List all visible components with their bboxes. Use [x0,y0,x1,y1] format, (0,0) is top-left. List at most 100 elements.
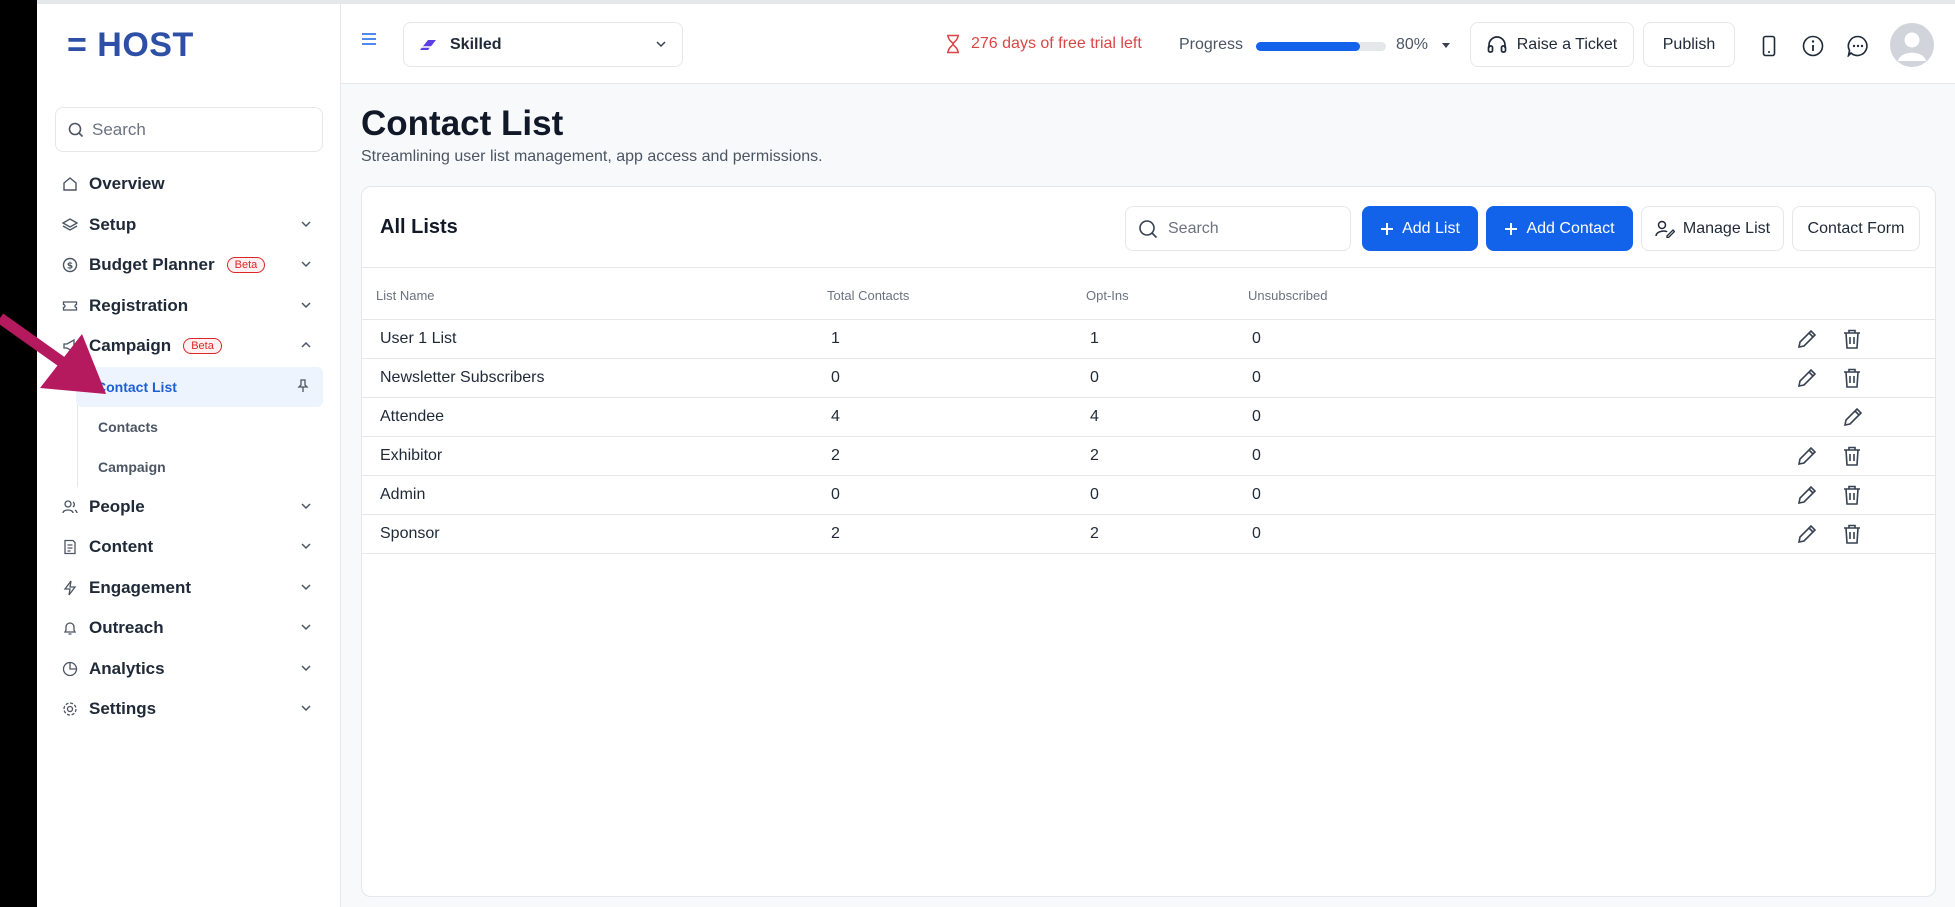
add-contact-button[interactable]: Add Contact [1486,206,1633,251]
sidebar-search[interactable] [55,107,323,152]
trash-icon [1844,446,1860,466]
cell-opt-ins: 0 [1090,486,1099,503]
edit-icon [1797,524,1817,544]
edit-button[interactable] [1842,406,1864,433]
sidebar-item-budget-planner[interactable]: $ Budget Planner Beta [55,245,323,286]
sidebar-item-settings[interactable]: Settings [55,689,323,730]
sidebar: = HOST Overview Setup $ Budget Planner B… [37,0,341,907]
column-header-total-contacts[interactable]: Total Contacts [827,288,909,303]
cell-list-name: Sponsor [380,525,440,542]
edit-button[interactable] [1796,484,1818,511]
workspace-selector[interactable]: Skilled [403,22,683,67]
cell-opt-ins: 1 [1090,330,1099,347]
main-content: Contact List Streamlining user list mana… [341,84,1955,907]
menu-icon[interactable] [361,32,377,46]
pin-icon[interactable] [297,378,309,393]
chevron-down-icon [301,705,311,712]
contact-form-button[interactable]: Contact Form [1792,206,1920,251]
plus-icon [1505,222,1518,235]
sidebar-subitem-contacts[interactable]: Contacts [78,407,323,447]
column-header-unsubscribed[interactable]: Unsubscribed [1248,288,1328,303]
bell-icon [61,619,79,637]
sidebar-item-label: Content [89,537,154,557]
black-margin [0,0,37,907]
table-row[interactable]: Attendee 4 4 0 [362,398,1935,437]
sidebar-item-setup[interactable]: Setup [55,205,323,246]
sidebar-item-label: Analytics [89,658,165,678]
cell-opt-ins: 0 [1090,369,1099,386]
sidebar-item-label: Settings [89,699,157,719]
add-list-button[interactable]: Add List [1362,206,1478,251]
edit-button[interactable] [1796,523,1818,550]
chat-icon[interactable] [1847,35,1869,57]
chevron-down-icon [301,583,311,590]
cell-unsubscribed: 0 [1252,486,1261,503]
chevron-down-icon [656,41,666,48]
sidebar-item-engagement[interactable]: Engagement [55,568,323,609]
page-subtitle: Streamlining user list management, app a… [361,148,823,165]
raise-ticket-button[interactable]: Raise a Ticket [1470,22,1634,67]
progress-bar [1256,42,1386,51]
mobile-preview-icon[interactable] [1762,35,1776,57]
edit-button[interactable] [1796,367,1818,394]
chevron-down-icon [301,220,311,227]
table-row[interactable]: Exhibitor 2 2 0 [362,437,1935,476]
sidebar-item-people[interactable]: People [55,487,323,528]
hourglass-icon [947,34,959,54]
sidebar-item-content[interactable]: Content [55,527,323,568]
list-search[interactable] [1125,206,1351,251]
delete-button[interactable] [1842,445,1862,472]
chevron-down-icon [301,301,311,308]
svg-text:$: $ [67,262,73,272]
trash-icon [1844,524,1860,544]
headset-icon [1487,35,1507,53]
list-search-input[interactable] [1168,219,1338,238]
progress-label: Progress [1179,36,1244,53]
sidebar-item-label: People [89,496,145,516]
progress-percent: 80% [1396,36,1429,53]
column-header-opt-ins[interactable]: Opt-Ins [1086,288,1129,303]
column-header-list-name[interactable]: List Name [376,288,435,303]
beta-badge: Beta [226,257,266,274]
sidebar-search-input[interactable] [92,119,292,140]
cell-opt-ins: 4 [1090,408,1099,425]
caret-down-icon[interactable] [1441,42,1451,50]
table-row[interactable]: User 1 List 1 1 0 [362,320,1935,359]
sidebar-subitem-label: Contacts [98,418,158,435]
manage-list-button[interactable]: Manage List [1641,206,1784,251]
delete-button[interactable] [1842,484,1862,511]
info-icon[interactable] [1802,35,1824,57]
edit-icon [1843,407,1863,427]
progress-bar-fill [1256,42,1360,51]
edit-icon [1797,446,1817,466]
chevron-down-icon [301,624,311,631]
edit-button[interactable] [1796,328,1818,355]
table-row[interactable]: Newsletter Subscribers 0 0 0 [362,359,1935,398]
publish-label: Publish [1662,35,1716,53]
delete-button[interactable] [1842,328,1862,355]
topbar: Skilled 276 days of free trial left Prog… [341,0,1955,84]
home-icon [61,175,79,193]
beta-badge: Beta [183,338,222,355]
delete-button[interactable] [1842,523,1862,550]
edit-button[interactable] [1796,445,1818,472]
cell-unsubscribed: 0 [1252,525,1261,542]
cell-total-contacts: 2 [831,525,840,542]
table-row[interactable]: Sponsor 2 2 0 [362,515,1935,554]
lightning-icon [61,579,79,597]
table-row[interactable]: Admin 0 0 0 [362,476,1935,515]
avatar[interactable] [1890,23,1934,67]
publish-button[interactable]: Publish [1643,22,1735,67]
sidebar-item-outreach[interactable]: Outreach [55,608,323,649]
cell-list-name: Newsletter Subscribers [380,369,545,386]
sidebar-item-analytics[interactable]: Analytics [55,649,323,690]
sidebar-item-overview[interactable]: Overview [55,164,323,205]
sidebar-item-label: Engagement [89,577,192,597]
app-logo[interactable]: = HOST [67,26,194,65]
delete-button[interactable] [1842,367,1862,394]
cell-list-name: Exhibitor [380,447,443,464]
cell-opt-ins: 2 [1090,525,1099,542]
chevron-up-icon [301,341,311,348]
sidebar-subitem-campaign[interactable]: Campaign [78,447,323,487]
cell-list-name: Admin [380,486,426,503]
